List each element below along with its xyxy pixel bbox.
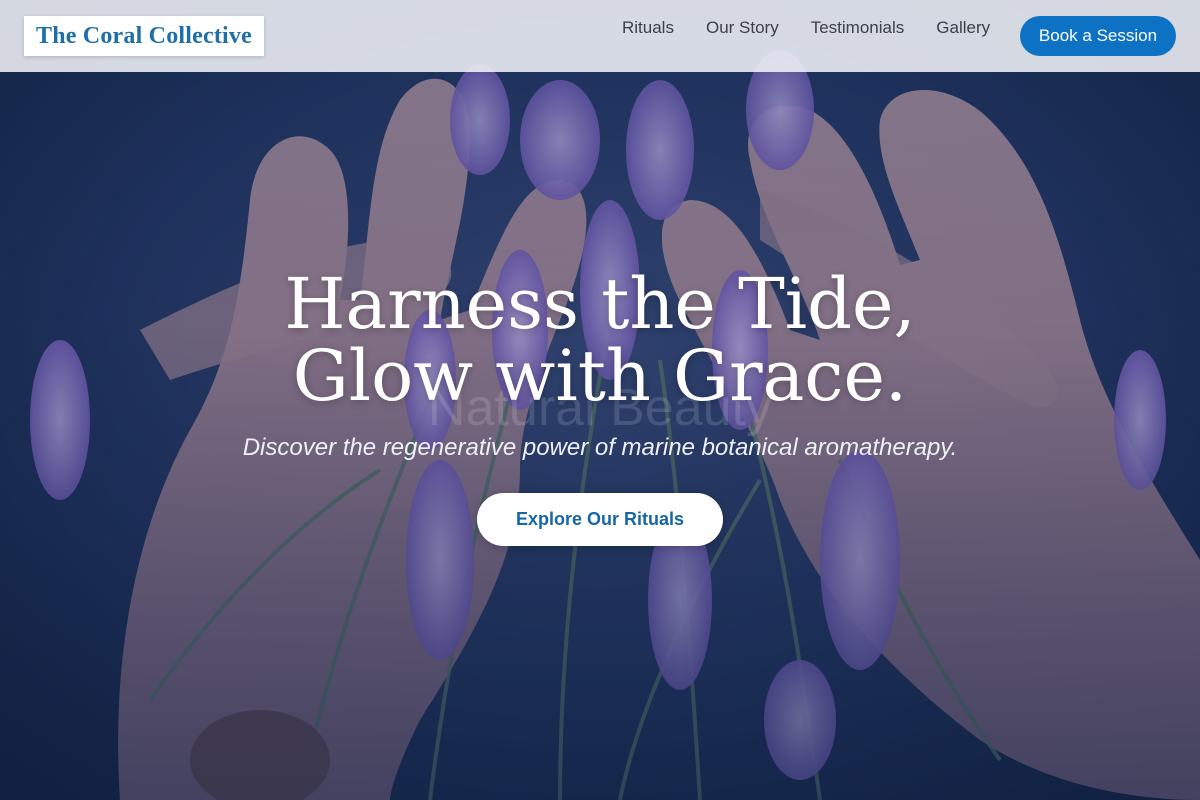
hero-section: The Coral Collective Rituals Our Story T…	[0, 0, 1200, 800]
nav-link-gallery[interactable]: Gallery	[936, 18, 990, 38]
nav-link-rituals[interactable]: Rituals	[622, 18, 674, 38]
nav-link-our-story[interactable]: Our Story	[706, 18, 779, 38]
headline-line-2: Glow with Grace.	[292, 335, 908, 417]
main-nav: Rituals Our Story Testimonials Gallery	[622, 18, 990, 38]
logo[interactable]: The Coral Collective	[24, 16, 264, 56]
headline-line-1: Harness the Tide,	[284, 263, 916, 345]
nav-link-testimonials[interactable]: Testimonials	[811, 18, 905, 38]
hero-headline: Harness the Tide, Glow with Grace.	[0, 268, 1200, 412]
site-header: The Coral Collective Rituals Our Story T…	[0, 0, 1200, 72]
book-session-button[interactable]: Book a Session	[1020, 16, 1176, 56]
logo-text: The Coral Collective	[36, 22, 252, 49]
explore-rituals-button[interactable]: Explore Our Rituals	[477, 493, 723, 546]
hero-tagline: Discover the regenerative power of marin…	[242, 434, 958, 461]
